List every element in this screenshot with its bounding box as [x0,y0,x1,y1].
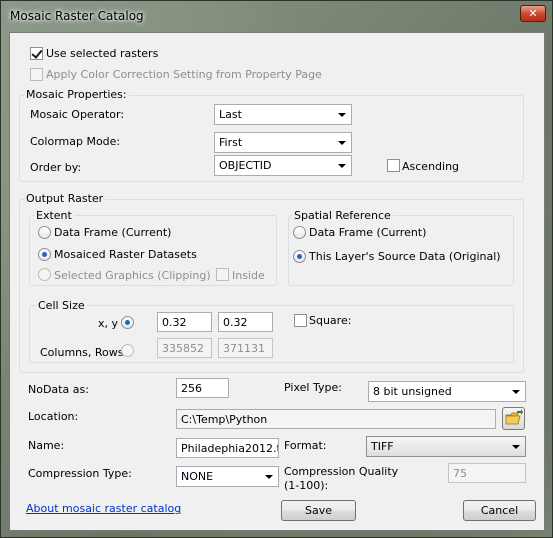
square-label: Square: [309,314,352,327]
extent-mosaiced-radio[interactable] [38,248,51,261]
columns-rows-label: Columns, Rows: [40,346,128,359]
dialog-body: Use selected rasters Apply Color Correct… [9,32,545,531]
cancel-button[interactable]: Cancel [463,500,536,521]
compression-type-select[interactable]: NONE [176,466,279,487]
extent-data-frame-label: Data Frame (Current) [54,226,172,239]
compression-quality-label-line1: Compression Quality [284,465,399,478]
inside-checkbox[interactable] [216,268,229,281]
name-input[interactable]: Philadephia2012.tif [176,438,279,458]
spatial-ref-data-frame-label: Data Frame (Current) [309,226,427,239]
compression-type-value: NONE [181,470,214,483]
pixel-type-select[interactable]: 8 bit unsigned [368,381,526,402]
title-bar[interactable]: Mosaic Raster Catalog ✕ [1,1,552,31]
colormap-mode-select[interactable]: First [214,132,352,153]
pixel-type-label: Pixel Type: [284,381,342,394]
compression-quality-label-line2: (1-100): [284,479,329,492]
order-by-label: Order by: [30,161,82,174]
apply-color-correction-checkbox[interactable] [30,68,43,81]
compression-quality-input[interactable]: 75 [448,463,526,483]
dialog-window: Mosaic Raster Catalog ✕ Use selected ras… [0,0,553,538]
spatial-reference-title: Spatial Reference [292,209,393,222]
chevron-down-icon [338,113,346,117]
cell-size-x-input[interactable]: 0.32 [157,312,212,332]
inside-label: Inside [232,269,265,282]
location-label: Location: [28,410,79,423]
colormap-mode-label: Colormap Mode: [30,135,121,148]
format-value: TIFF [371,440,394,453]
colormap-mode-value: First [219,136,243,149]
format-label: Format: [284,439,327,452]
cell-size-xy-radio[interactable] [121,316,134,329]
ascending-checkbox[interactable] [387,159,400,172]
extent-data-frame-radio[interactable] [38,226,51,239]
mosaic-operator-value: Last [219,108,242,121]
order-by-value: OBJECTID [219,159,272,172]
window-title: Mosaic Raster Catalog [10,9,144,23]
output-raster-title: Output Raster [24,192,106,205]
cell-size-title: Cell Size [36,299,87,312]
extent-mosaiced-label: Mosaiced Raster Datasets [54,248,197,261]
spatial-ref-data-frame-radio[interactable] [293,226,306,239]
extent-selected-graphics-radio[interactable] [38,268,51,281]
compression-type-label: Compression Type: [28,467,132,480]
extent-title: Extent [34,209,74,222]
ascending-label: Ascending [402,160,460,173]
spatial-ref-source-radio[interactable] [293,250,306,263]
order-by-select[interactable]: OBJECTID [214,155,352,176]
close-button[interactable]: ✕ [520,5,546,22]
nodata-input[interactable]: 256 [176,378,229,398]
close-icon: ✕ [528,7,538,20]
spatial-ref-source-label: This Layer's Source Data (Original) [309,250,501,263]
browse-location-button[interactable] [502,407,525,430]
nodata-label: NoData as: [28,383,89,396]
mosaic-properties-title: Mosaic Properties: [24,88,129,101]
mosaic-operator-select[interactable]: Last [214,104,352,125]
chevron-down-icon [338,141,346,145]
name-label: Name: [28,439,65,452]
mosaic-operator-label: Mosaic Operator: [30,108,125,121]
chevron-down-icon [338,164,346,168]
apply-color-correction-label: Apply Color Correction Setting from Prop… [46,68,322,81]
location-input[interactable]: C:\Temp\Python [176,409,496,429]
rows-input[interactable]: 371131 [218,338,273,358]
chevron-down-icon [265,475,273,479]
use-selected-rasters-checkbox[interactable] [30,47,43,60]
format-select[interactable]: TIFF [366,436,526,457]
cell-size-y-input[interactable]: 0.32 [218,312,273,332]
chevron-down-icon [512,445,520,449]
chevron-down-icon [512,390,520,394]
about-mosaic-link[interactable]: About mosaic raster catalog [26,502,181,515]
square-checkbox[interactable] [294,314,307,327]
save-button[interactable]: Save [281,500,356,521]
use-selected-rasters-label: Use selected rasters [46,47,159,60]
cell-size-cols-rows-radio[interactable] [121,344,134,357]
xy-label: x, y [98,317,119,330]
extent-selected-graphics-label: Selected Graphics (Clipping) [54,269,211,282]
pixel-type-value: 8 bit unsigned [373,385,452,398]
open-folder-icon [505,409,523,425]
columns-input[interactable]: 335852 [157,338,212,358]
